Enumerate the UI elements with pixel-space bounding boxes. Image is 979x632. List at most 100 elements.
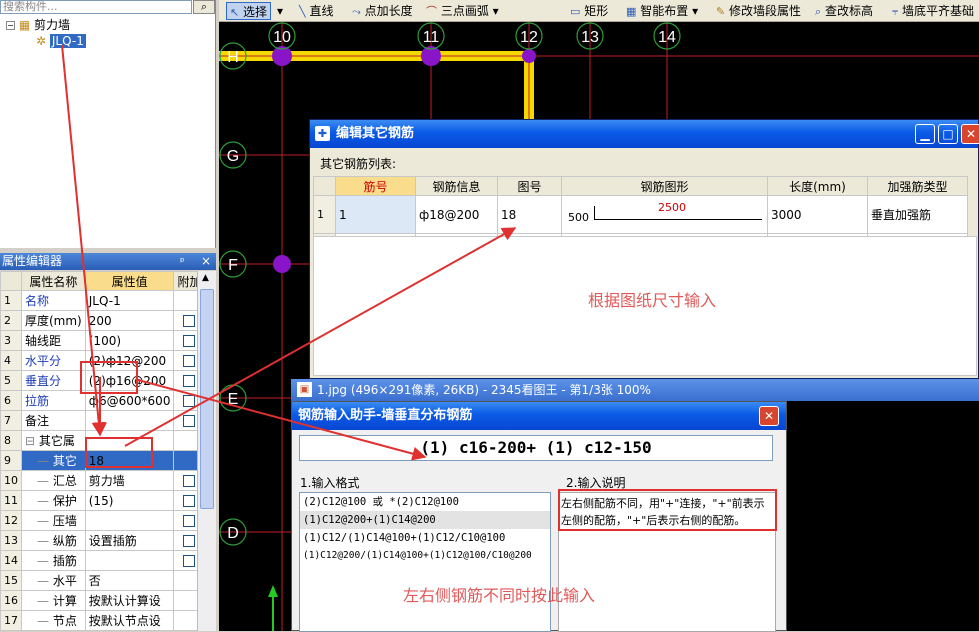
point-length-tool-button[interactable]: ⤳ 点加长度 bbox=[352, 2, 413, 20]
format-list[interactable]: (2)C12@100 或 *(2)C12@100 (1)C12@200+(1)C… bbox=[299, 492, 551, 632]
axis-label-top: 14 bbox=[658, 29, 676, 46]
component-search-input[interactable]: 搜索构件... bbox=[0, 0, 192, 14]
property-value[interactable]: 按默认节点设 bbox=[84, 610, 175, 631]
pin-icon[interactable]: ᵖ bbox=[180, 253, 185, 270]
property-value[interactable]: 设置插筋 bbox=[84, 530, 175, 551]
cell-length[interactable]: 3000 bbox=[767, 195, 868, 234]
axis-label-top: 12 bbox=[520, 29, 538, 46]
property-row[interactable]: 17 — 节点 按默认节点设 bbox=[0, 610, 206, 631]
cell-figure-no[interactable]: 18 bbox=[497, 195, 562, 234]
property-row[interactable]: 14 — 插筋 bbox=[0, 550, 206, 571]
tree-node-jlq1[interactable]: ✲ JLQ-1 bbox=[36, 33, 86, 49]
property-row[interactable]: 15 — 水平否 bbox=[0, 570, 206, 591]
checkbox[interactable] bbox=[183, 335, 196, 347]
scroll-up-icon[interactable]: ▲ bbox=[202, 273, 209, 283]
property-row[interactable]: 16 — 计算 按默认计算设 bbox=[0, 590, 206, 611]
column-marker bbox=[522, 49, 536, 63]
close-button[interactable]: ✕ bbox=[961, 124, 979, 144]
property-value[interactable]: (15) bbox=[84, 490, 175, 511]
property-value[interactable] bbox=[84, 550, 175, 571]
edit-other-rebar-dialog: ✚ 编辑其它钢筋 ▁ □ ✕ 其它钢筋列表: 筋号 钢筋信息 图号 钢筋图形 长… bbox=[309, 119, 979, 379]
checkbox[interactable] bbox=[183, 495, 196, 507]
list-item[interactable]: (1)C12@200/(1)C14@100+(1)C12@100/C10@200 bbox=[300, 547, 550, 565]
tree-node-shear-wall[interactable]: − ▦ 剪力墙 bbox=[6, 17, 70, 33]
property-value[interactable] bbox=[84, 410, 175, 431]
col-header: 钢筋图形 bbox=[561, 176, 768, 196]
dialog-title: 钢筋输入助手-墙垂直分布钢筋 bbox=[298, 408, 473, 423]
property-row[interactable]: 3 轴线距 (100) bbox=[0, 330, 206, 351]
minimize-button[interactable]: ▁ bbox=[915, 124, 935, 144]
col-header: 加强筋类型 bbox=[867, 176, 968, 196]
checkbox[interactable] bbox=[183, 395, 196, 407]
smart-layout-button[interactable]: ▦ 智能布置 ▾ bbox=[626, 2, 698, 20]
row-index: 2 bbox=[0, 310, 22, 331]
property-value[interactable]: 按默认计算设 bbox=[84, 590, 175, 611]
search-button[interactable]: ⌕ bbox=[193, 0, 215, 14]
list-item[interactable]: (1)C12/(1)C14@100+(1)C12/C10@100 bbox=[300, 529, 550, 547]
close-icon[interactable]: × bbox=[201, 253, 211, 270]
checkbox[interactable] bbox=[183, 515, 196, 527]
property-scrollbar[interactable]: ▲ bbox=[197, 271, 216, 631]
select-tool-button[interactable]: ↖ 选择 bbox=[226, 2, 272, 20]
axis-label-left: H bbox=[227, 49, 239, 66]
magnifier-icon: ⌕ bbox=[815, 5, 822, 18]
col-header-value: 属性值 bbox=[84, 271, 175, 291]
select-dropdown-icon[interactable]: ▾ bbox=[277, 2, 283, 20]
row-index: 17 bbox=[0, 610, 22, 631]
axis-label-top: 10 bbox=[273, 29, 291, 46]
property-value[interactable]: 200 bbox=[84, 310, 175, 331]
column-marker bbox=[273, 255, 291, 273]
checkbox[interactable] bbox=[183, 315, 196, 327]
property-row[interactable]: 1 名称 JLQ-1 bbox=[0, 290, 206, 311]
col-header: 长度(mm) bbox=[767, 176, 868, 196]
cell-rebar-no[interactable]: 1 bbox=[335, 195, 416, 234]
rebar-input-field[interactable]: (1) c16-200+ (1) c12-150 bbox=[299, 435, 773, 461]
checkbox[interactable] bbox=[183, 555, 196, 567]
property-row[interactable]: 2 厚度(mm) 200 bbox=[0, 310, 206, 331]
checkbox[interactable] bbox=[183, 415, 196, 427]
row-index: 9 bbox=[0, 450, 22, 471]
tree-node-label: 剪力墙 bbox=[34, 18, 71, 32]
cell-rebar-type[interactable]: 垂直加强筋 bbox=[867, 195, 968, 234]
arc-tool-button[interactable]: ⌒ 三点画弧 ▾ bbox=[426, 2, 499, 20]
chevron-down-icon[interactable]: ▾ bbox=[692, 4, 698, 18]
property-value[interactable]: (100) bbox=[84, 330, 175, 351]
tool-label: 修改墙段属性 bbox=[729, 4, 802, 18]
property-row[interactable]: 13 — 纵筋 设置插筋 bbox=[0, 530, 206, 551]
checkbox[interactable] bbox=[183, 375, 196, 387]
collapse-icon[interactable]: − bbox=[6, 21, 15, 30]
property-row[interactable]: 12 — 压墙 bbox=[0, 510, 206, 531]
cell-rebar-shape[interactable]: 500 2500 bbox=[561, 195, 768, 234]
property-value[interactable] bbox=[84, 510, 175, 531]
checkbox[interactable] bbox=[183, 475, 196, 487]
row-index: 8 bbox=[0, 430, 22, 451]
tool-label: 点加长度 bbox=[364, 4, 413, 18]
line-tool-button[interactable]: ╲ 直线 bbox=[299, 2, 333, 20]
cell-rebar-info[interactable]: ф18@200 bbox=[415, 195, 498, 234]
list-item[interactable]: (1)C12@200+(1)C14@200 bbox=[300, 511, 550, 529]
rect-tool-button[interactable]: ▭ 矩形 bbox=[570, 2, 608, 20]
chevron-down-icon[interactable]: ▾ bbox=[493, 4, 499, 18]
arc-icon: ⌒ bbox=[426, 5, 437, 18]
row-index: 3 bbox=[0, 330, 22, 351]
minimize-icon: ▁ bbox=[920, 127, 930, 141]
list-item[interactable]: (2)C12@100 或 *(2)C12@100 bbox=[300, 493, 550, 511]
property-value[interactable]: 剪力墙 bbox=[84, 470, 175, 491]
property-value[interactable]: 否 bbox=[84, 570, 175, 591]
maximize-button[interactable]: □ bbox=[938, 124, 958, 144]
property-value[interactable]: JLQ-1 bbox=[84, 290, 175, 311]
checkbox[interactable] bbox=[183, 355, 196, 367]
table-row[interactable]: 1 1 ф18@200 18 500 2500 3000 垂直加强筋 bbox=[313, 195, 968, 234]
property-row[interactable]: 11 — 保护 (15) bbox=[0, 490, 206, 511]
highlight-box-vertical-rebar bbox=[80, 361, 138, 394]
tool-label: 选择 bbox=[243, 5, 268, 19]
property-row[interactable]: 7 备注 bbox=[0, 410, 206, 431]
scroll-thumb[interactable] bbox=[200, 289, 214, 509]
align-foundation-button[interactable]: ⫧ 墙底平齐基础 bbox=[892, 2, 974, 20]
check-elevation-button[interactable]: ⌕ 查改标高 bbox=[815, 2, 873, 20]
property-row[interactable]: 10 — 汇总 剪力墙 bbox=[0, 470, 206, 491]
checkbox[interactable] bbox=[183, 535, 196, 547]
modify-wall-button[interactable]: ✎ 修改墙段属性 bbox=[716, 2, 801, 20]
grid-corner bbox=[0, 271, 22, 291]
close-button[interactable]: ✕ bbox=[759, 406, 779, 426]
